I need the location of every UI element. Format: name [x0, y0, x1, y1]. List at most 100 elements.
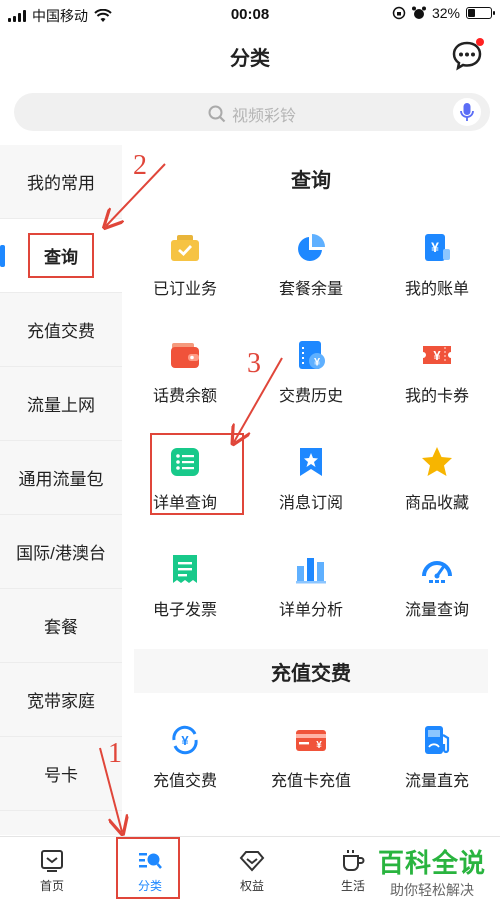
svg-text:¥: ¥ — [316, 740, 322, 751]
grid-item-label: 电子发票 — [152, 601, 217, 619]
battery-icon — [466, 7, 495, 19]
tab-label: 分类 — [137, 879, 162, 893]
home-icon — [41, 850, 63, 872]
tab-home[interactable]: 首页 — [22, 847, 82, 894]
sidebar-item-label: 查询 — [44, 248, 78, 267]
grid-item-label: 充值交费 — [152, 772, 217, 790]
grid-item-label: 交费历史 — [278, 387, 343, 405]
payment-history-icon: ¥ — [299, 340, 325, 369]
sidebar-item-sim[interactable]: 号卡 — [0, 737, 122, 811]
annotation-number-2: 2 — [133, 150, 147, 181]
orientation-lock-icon — [392, 6, 406, 20]
sidebar-item-label: 宽带家庭 — [27, 692, 95, 711]
category-search-icon — [139, 853, 162, 869]
bar-chart-icon — [296, 557, 326, 583]
grid-item-favorites[interactable]: 商品收藏 — [374, 425, 500, 532]
annotation-number-1: 1 — [108, 738, 122, 769]
section-title: 查询 — [291, 169, 331, 192]
sidebar-item-label: 号卡 — [44, 766, 78, 785]
alarm-icon — [411, 6, 426, 19]
svg-text:¥: ¥ — [433, 348, 441, 363]
section-title: 充值交费 — [134, 649, 488, 693]
invoice-icon — [173, 554, 197, 583]
battery-percent: 32% — [431, 5, 460, 21]
grid-item-data-query[interactable]: 流量查询 — [374, 532, 500, 639]
sidebar-item-query[interactable]: 查询 — [0, 219, 122, 293]
page-title: 分类 — [230, 48, 270, 70]
grid-item-subscribed[interactable]: 已订业务 — [122, 211, 248, 318]
search-bar[interactable]: 视频彩铃 — [14, 93, 490, 131]
svg-text:¥: ¥ — [314, 356, 321, 368]
sidebar-item-international[interactable]: 国际/港澳台 — [0, 515, 122, 589]
grid-item-label: 商品收藏 — [404, 494, 469, 512]
category-sidebar: 我的常用 查询 充值交费 流量上网 通用流量包 国际/港澳台 套餐 宽带家庭 号… — [0, 145, 122, 835]
sidebar-item-data-pack[interactable]: 通用流量包 — [0, 441, 122, 515]
sidebar-item-label: 流量上网 — [27, 396, 95, 415]
sidebar-item-data[interactable]: 流量上网 — [0, 367, 122, 441]
microphone-icon[interactable] — [452, 97, 482, 127]
sidebar-item-label: 套餐 — [44, 618, 78, 637]
grid-item-direct-data[interactable]: 流量直充 — [374, 703, 500, 810]
grid-item-label: 详单分析 — [278, 601, 343, 619]
wallet-icon — [171, 342, 199, 368]
grid-item-my-bill[interactable]: ¥ 我的账单 — [374, 211, 500, 318]
coupon-icon: ¥ — [423, 345, 451, 364]
sidebar-item-recharge[interactable]: 充值交费 — [0, 293, 122, 367]
grid-item-label: 流量直充 — [404, 772, 469, 790]
grid-item-balance[interactable]: 话费余额 — [122, 318, 248, 425]
grid-item-label: 我的卡券 — [404, 387, 469, 405]
watermark-subtitle: 助你轻松解决 — [389, 882, 474, 898]
bill-icon: ¥ — [425, 233, 450, 261]
tab-category[interactable]: 分类 — [120, 847, 180, 894]
grid-item-coupons[interactable]: ¥ 我的卡券 — [374, 318, 500, 425]
grid-item-label: 话费余额 — [152, 387, 217, 405]
title-bar: 分类 — [0, 30, 500, 80]
sidebar-item-label: 通用流量包 — [18, 470, 104, 489]
yuan-refresh-icon: ¥ — [172, 725, 198, 754]
grid-item-e-invoice[interactable]: 电子发票 — [122, 532, 248, 639]
star-icon — [422, 446, 452, 476]
diamond-icon — [239, 851, 265, 872]
grid-item-recharge[interactable]: ¥ 充值交费 — [122, 703, 248, 810]
briefcase-icon — [171, 234, 199, 261]
sidebar-item-frequent[interactable]: 我的常用 — [0, 145, 122, 219]
notification-dot — [476, 38, 484, 46]
watermark: 百科全说 助你轻松解决 — [378, 843, 486, 900]
grid-item-label: 消息订阅 — [278, 494, 343, 512]
sidebar-item-plans[interactable]: 套餐 — [0, 589, 122, 663]
gauge-icon — [422, 560, 452, 583]
coffee-cup-icon — [343, 850, 365, 871]
grid-item-label: 套餐余量 — [278, 280, 343, 298]
tab-label: 权益 — [239, 879, 264, 893]
grid-item-detail-analysis[interactable]: 详单分析 — [248, 532, 374, 639]
bookmark-star-icon — [300, 447, 322, 476]
grid-item-plan-balance[interactable]: 套餐余量 — [248, 211, 374, 318]
sidebar-item-label: 充值交费 — [27, 322, 95, 341]
grid-item-payment-history[interactable]: ¥ 交费历史 — [248, 318, 374, 425]
tab-benefits[interactable]: 权益 — [222, 847, 282, 894]
grid-item-subscriptions[interactable]: 消息订阅 — [248, 425, 374, 532]
status-bar: 中国移动 00:08 32% — [0, 0, 500, 30]
message-button[interactable] — [450, 38, 484, 72]
sidebar-item-label: 我的常用 — [27, 174, 95, 193]
pie-chart-icon — [298, 233, 325, 261]
search-placeholder: 视频彩铃 — [231, 108, 296, 125]
sidebar-item-broadband[interactable]: 宽带家庭 — [0, 663, 122, 737]
grid-item-card-recharge[interactable]: ¥ 充值卡充值 — [248, 703, 374, 810]
active-indicator — [0, 245, 5, 267]
card-icon: ¥ — [296, 729, 326, 751]
grid-item-label: 我的账单 — [404, 280, 469, 298]
tab-label: 生活 — [340, 879, 365, 893]
category-content: 查询 已订业务 套餐余量 ¥ 我的账单 话费余额 ¥ 交费历史 ¥ 我的卡券 详… — [122, 145, 500, 835]
grid-item-label: 已订业务 — [152, 280, 217, 298]
sidebar-item-label: 国际/港澳台 — [16, 544, 106, 563]
grid-item-detail-query[interactable]: 详单查询 — [122, 425, 248, 532]
recharge-grid: ¥ 充值交费 ¥ 充值卡充值 流量直充 — [122, 703, 500, 810]
grid-item-label: 充值卡充值 — [270, 772, 351, 790]
annotation-highlight-box: 查询 — [28, 233, 94, 278]
svg-text:¥: ¥ — [431, 239, 439, 255]
grid-item-label: 流量查询 — [404, 601, 469, 619]
annotation-number-3: 3 — [247, 348, 261, 379]
svg-text:¥: ¥ — [181, 733, 189, 748]
tab-life[interactable]: 生活 — [323, 847, 383, 894]
